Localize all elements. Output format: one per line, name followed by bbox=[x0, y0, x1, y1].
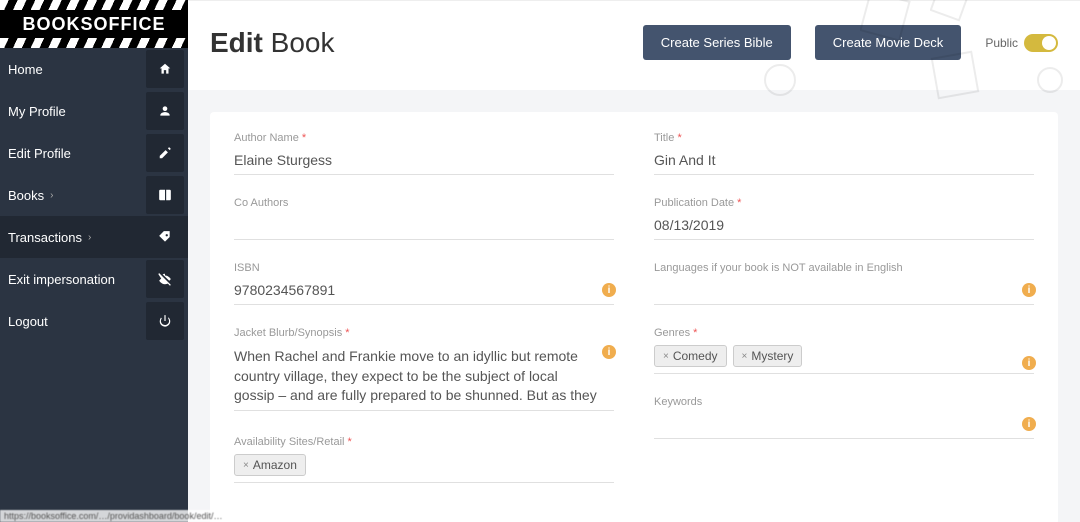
page-header: Edit Book Create Series Bible Create Mov… bbox=[188, 1, 1080, 90]
create-series-bible-button[interactable]: Create Series Bible bbox=[643, 25, 791, 60]
edit-icon bbox=[146, 134, 184, 172]
remove-tag-icon[interactable]: × bbox=[742, 351, 748, 362]
header-actions: Create Series Bible Create Movie Deck Pu… bbox=[643, 25, 1058, 60]
main-content: Edit Book Create Series Bible Create Mov… bbox=[188, 0, 1080, 522]
public-toggle-group: Public bbox=[985, 34, 1058, 52]
tag-comedy[interactable]: ×Comedy bbox=[654, 345, 727, 367]
author-name-input[interactable] bbox=[234, 146, 614, 175]
chevron-right-icon: › bbox=[88, 232, 91, 243]
genres-tags[interactable]: ×Comedy ×Mystery bbox=[654, 341, 1034, 374]
label-author-name: Author Name * bbox=[234, 132, 614, 144]
label-languages: Languages if your book is NOT available … bbox=[654, 262, 1034, 274]
info-icon[interactable]: i bbox=[602, 283, 616, 297]
sidebar-item-label: My Profile bbox=[8, 104, 66, 119]
label-synopsis: Jacket Blurb/Synopsis * bbox=[234, 327, 614, 339]
title-input[interactable] bbox=[654, 146, 1034, 175]
sidebar: BOOKSOFFICE Home My Profile Edit Profile… bbox=[0, 0, 188, 522]
field-keywords: Keywords i bbox=[654, 396, 1034, 439]
info-icon[interactable]: i bbox=[1022, 356, 1036, 370]
pub-date-input[interactable] bbox=[654, 211, 1034, 240]
field-co-authors: Co Authors bbox=[234, 197, 614, 240]
co-authors-input[interactable] bbox=[234, 211, 614, 240]
field-languages: Languages if your book is NOT available … bbox=[654, 262, 1034, 305]
tag-mystery[interactable]: ×Mystery bbox=[733, 345, 803, 367]
keywords-input[interactable] bbox=[654, 410, 1034, 439]
field-genres: Genres * ×Comedy ×Mystery i bbox=[654, 327, 1034, 374]
sidebar-item-exit-impersonation[interactable]: Exit impersonation bbox=[0, 258, 188, 300]
tags-icon bbox=[146, 218, 184, 256]
sidebar-item-logout[interactable]: Logout bbox=[0, 300, 188, 342]
sidebar-item-books[interactable]: Books › bbox=[0, 174, 188, 216]
chevron-right-icon: › bbox=[50, 190, 53, 201]
sidebar-item-label: Exit impersonation bbox=[8, 272, 115, 287]
form-col-right: Title * Publication Date * Languages if … bbox=[654, 132, 1034, 505]
brand-text: BOOKSOFFICE bbox=[22, 14, 165, 35]
label-availability: Availability Sites/Retail * bbox=[234, 436, 614, 448]
field-availability: Availability Sites/Retail * ×Amazon bbox=[234, 436, 614, 483]
label-keywords: Keywords bbox=[654, 396, 1034, 408]
field-isbn: ISBN i bbox=[234, 262, 614, 305]
label-pub-date: Publication Date * bbox=[654, 197, 1034, 209]
form-col-left: Author Name * Co Authors ISBN i Jacket B… bbox=[234, 132, 614, 505]
remove-tag-icon[interactable]: × bbox=[663, 351, 669, 362]
create-movie-deck-button[interactable]: Create Movie Deck bbox=[815, 25, 962, 60]
info-icon[interactable]: i bbox=[1022, 417, 1036, 431]
power-icon bbox=[146, 302, 184, 340]
label-co-authors: Co Authors bbox=[234, 197, 614, 209]
sidebar-item-label: Logout bbox=[8, 314, 48, 329]
page-title: Edit Book bbox=[210, 27, 335, 59]
field-pub-date: Publication Date * bbox=[654, 197, 1034, 240]
form-area: Author Name * Co Authors ISBN i Jacket B… bbox=[188, 90, 1080, 522]
form-card: Author Name * Co Authors ISBN i Jacket B… bbox=[210, 112, 1058, 522]
label-title: Title * bbox=[654, 132, 1034, 144]
label-isbn: ISBN bbox=[234, 262, 614, 274]
brand-logo: BOOKSOFFICE bbox=[0, 0, 188, 48]
sidebar-item-my-profile[interactable]: My Profile bbox=[0, 90, 188, 132]
sidebar-item-home[interactable]: Home bbox=[0, 48, 188, 90]
info-icon[interactable]: i bbox=[1022, 283, 1036, 297]
remove-tag-icon[interactable]: × bbox=[243, 460, 249, 471]
eye-off-icon bbox=[146, 260, 184, 298]
status-bar-url: https://booksoffice.com/…/providashboard… bbox=[0, 510, 226, 522]
sidebar-item-edit-profile[interactable]: Edit Profile bbox=[0, 132, 188, 174]
label-genres: Genres * bbox=[654, 327, 1034, 339]
public-toggle-label: Public bbox=[985, 36, 1018, 50]
user-icon bbox=[146, 92, 184, 130]
sidebar-item-transactions[interactable]: Transactions › bbox=[0, 216, 188, 258]
languages-input[interactable] bbox=[654, 276, 1034, 305]
field-author-name: Author Name * bbox=[234, 132, 614, 175]
book-icon bbox=[146, 176, 184, 214]
sidebar-item-label: Edit Profile bbox=[8, 146, 71, 161]
tag-amazon[interactable]: ×Amazon bbox=[234, 454, 306, 476]
home-icon bbox=[146, 50, 184, 88]
field-title: Title * bbox=[654, 132, 1034, 175]
public-toggle[interactable] bbox=[1024, 34, 1058, 52]
sidebar-item-label: Transactions bbox=[8, 230, 82, 245]
info-icon[interactable]: i bbox=[602, 345, 616, 359]
sidebar-item-label: Books bbox=[8, 188, 44, 203]
sidebar-item-label: Home bbox=[8, 62, 43, 77]
synopsis-input[interactable]: When Rachel and Frankie move to an idyll… bbox=[234, 341, 614, 411]
field-synopsis: Jacket Blurb/Synopsis * When Rachel and … bbox=[234, 327, 614, 414]
availability-tags[interactable]: ×Amazon bbox=[234, 450, 614, 483]
isbn-input[interactable] bbox=[234, 276, 614, 305]
